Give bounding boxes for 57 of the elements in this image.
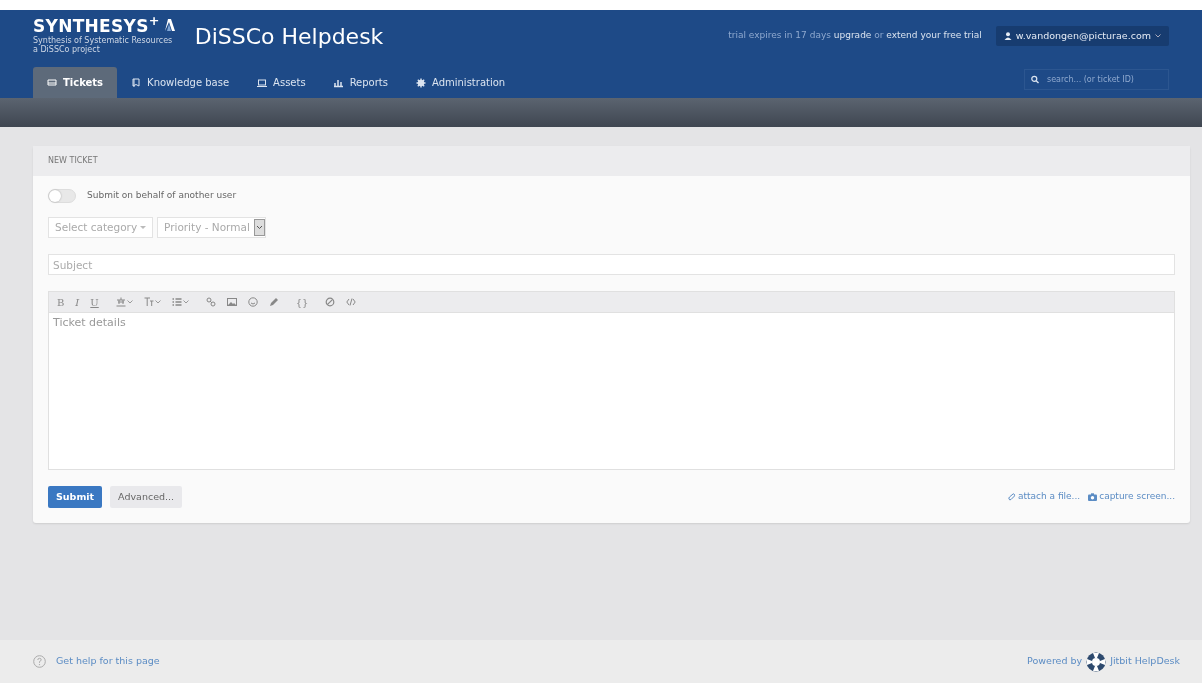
text-color-icon bbox=[115, 297, 126, 307]
paperclip-icon bbox=[1007, 493, 1016, 502]
search-box[interactable]: search... (or ticket ID) bbox=[1024, 69, 1169, 90]
logo-mark-icon bbox=[162, 17, 177, 32]
book-icon bbox=[131, 77, 142, 88]
pen-icon bbox=[268, 297, 279, 307]
code-icon bbox=[346, 297, 357, 307]
smiley-icon bbox=[247, 297, 258, 307]
link-icon bbox=[205, 297, 216, 307]
font-size-icon bbox=[143, 297, 154, 307]
category-select[interactable]: Select category bbox=[48, 217, 153, 238]
submit-button[interactable]: Submit bbox=[48, 486, 103, 509]
caret-icon bbox=[154, 300, 161, 304]
nav-tab[interactable]: Administration bbox=[402, 67, 520, 98]
format-button[interactable]: U bbox=[86, 294, 103, 310]
image-icon bbox=[226, 297, 237, 307]
caret-icon bbox=[182, 300, 189, 304]
bar-chart-icon bbox=[333, 77, 344, 88]
attach-file-link[interactable]: attach a file... bbox=[1007, 490, 1081, 504]
ticket-icon bbox=[47, 77, 57, 88]
format-button[interactable]: {} bbox=[291, 294, 313, 310]
capture-screen-link[interactable]: capture screen... bbox=[1088, 490, 1175, 504]
gear-icon bbox=[416, 77, 426, 88]
lifebuoy-icon bbox=[1086, 651, 1107, 672]
nav-tab[interactable]: Assets bbox=[243, 67, 320, 98]
nav-tab[interactable]: Tickets bbox=[33, 67, 118, 98]
logo-title: SYNTHESYS$^{+}$ bbox=[33, 17, 160, 35]
trial-text: trial expires in 17 days upgrade or extend your free trial bbox=[728, 29, 982, 43]
panel-title: NEW TICKET bbox=[48, 156, 98, 165]
camera-icon bbox=[1088, 493, 1098, 502]
clear-icon bbox=[325, 297, 336, 307]
priority-select[interactable]: Priority - Normal bbox=[157, 217, 266, 238]
logo-subtitle: Synthesis of Systematic Resources bbox=[33, 36, 174, 46]
format-button[interactable]: I bbox=[71, 294, 84, 310]
user-menu[interactable]: w.vandongen@picturae.com bbox=[995, 25, 1169, 47]
toggle-switch[interactable] bbox=[48, 189, 76, 203]
search-field[interactable]: search... (or ticket ID) bbox=[1045, 72, 1162, 87]
subject-field[interactable]: Subject bbox=[48, 254, 1175, 275]
nav-tab[interactable]: Knowledge base bbox=[117, 67, 244, 98]
help-link[interactable]: Get help for this page bbox=[33, 654, 160, 669]
app-title: DiSSCo Helpdesk bbox=[194, 22, 384, 51]
logo-project: a DiSSCo project bbox=[33, 45, 100, 55]
caret-icon bbox=[1155, 34, 1161, 38]
toggle-label: Submit on behalf of another user bbox=[87, 189, 237, 203]
caret-icon bbox=[140, 225, 146, 230]
ticket-details-editor[interactable]: Ticket details bbox=[48, 313, 1175, 470]
advanced-button[interactable]: Advanced... bbox=[110, 486, 183, 509]
nav-tab[interactable]: Reports bbox=[319, 67, 402, 98]
user-icon bbox=[1003, 32, 1012, 40]
caret-icon bbox=[126, 300, 133, 304]
search-icon bbox=[1031, 75, 1039, 84]
laptop-icon bbox=[257, 77, 268, 88]
format-button[interactable]: B bbox=[53, 294, 69, 310]
list-icon bbox=[171, 297, 182, 307]
brand-link[interactable]: Jitbit HelpDesk bbox=[1110, 654, 1180, 669]
question-icon bbox=[33, 655, 46, 668]
powered-by-text: Powered by bbox=[1027, 654, 1083, 669]
